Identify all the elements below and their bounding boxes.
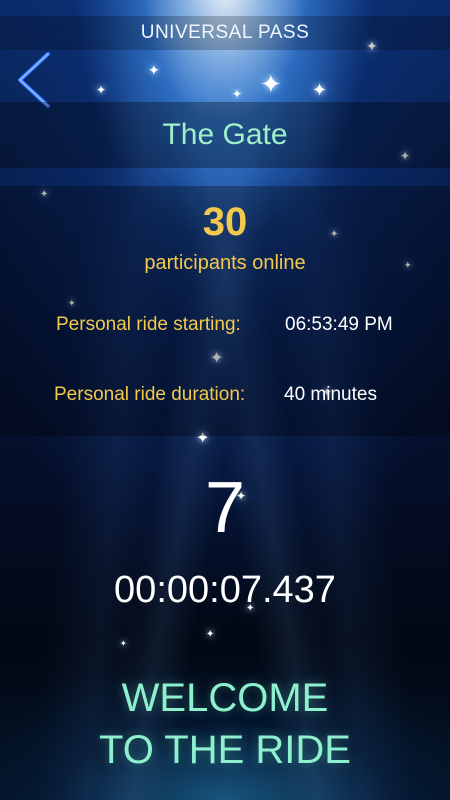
participants-count: 30 bbox=[202, 200, 248, 244]
ride-name-band: The Gate bbox=[0, 102, 450, 168]
welcome-message: WELCOME TO THE RIDE bbox=[0, 672, 450, 776]
ride-name: The Gate bbox=[162, 118, 288, 151]
sparkle-icon: ✦ bbox=[260, 70, 282, 100]
sparkle-icon: ✦ bbox=[120, 639, 127, 648]
start-label: Personal ride starting: bbox=[56, 314, 241, 335]
countdown-seconds: 7 bbox=[204, 468, 246, 548]
sparkle-icon: ✦ bbox=[232, 87, 243, 101]
sparkle-icon: ✦ bbox=[96, 83, 107, 97]
elapsed-timer: 00:00:07.437 bbox=[114, 569, 336, 611]
ride-info-panel: 30 participants online Personal ride sta… bbox=[0, 186, 450, 436]
welcome-line-1: WELCOME bbox=[121, 676, 329, 720]
app-title: UNIVERSAL PASS bbox=[140, 22, 310, 43]
duration-label: Personal ride duration: bbox=[54, 384, 246, 405]
sparkle-icon: ✦ bbox=[206, 629, 215, 640]
sparkle-icon: ✦ bbox=[148, 63, 160, 79]
start-value: 06:53:49 PM bbox=[285, 314, 393, 335]
participants-label: participants online bbox=[144, 252, 306, 274]
sparkle-icon: ✦ bbox=[312, 80, 328, 101]
duration-value: 40 minutes bbox=[284, 384, 377, 405]
top-bar: UNIVERSAL PASS bbox=[0, 16, 450, 50]
welcome-line-2: TO THE RIDE bbox=[99, 728, 351, 772]
